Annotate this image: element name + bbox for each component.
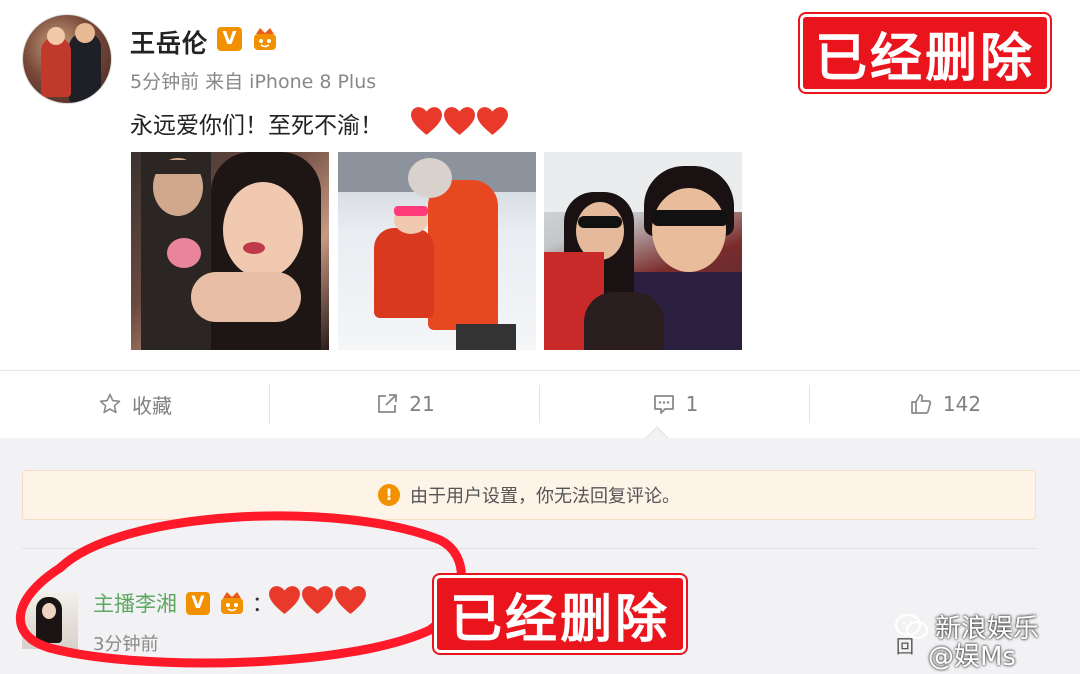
thumbs-up-icon xyxy=(911,394,932,414)
heart-icon xyxy=(444,107,475,135)
vip-crown-icon xyxy=(221,592,243,614)
commenter-avatar[interactable] xyxy=(22,593,78,649)
user-avatar[interactable] xyxy=(22,14,112,104)
comment-button[interactable]: 1 xyxy=(540,371,810,437)
warning-icon: ! xyxy=(378,484,400,506)
deleted-label: 已经删除 xyxy=(800,14,1050,92)
post-photo-3[interactable] xyxy=(544,152,742,350)
notice-text: 由于用户设置，你无法回复评论。 xyxy=(410,486,680,507)
deleted-label: 已经删除 xyxy=(434,575,686,653)
divider xyxy=(22,548,1036,549)
post-text: 永远爱你们！至死不渝！ xyxy=(130,113,383,139)
like-count: 142 xyxy=(942,392,982,416)
favorite-button[interactable]: 收藏 xyxy=(0,371,270,437)
post-meta: 5分钟前 来自 iPhone 8 Plus xyxy=(130,71,377,93)
favorite-label: 收藏 xyxy=(132,393,172,418)
wechat-icon xyxy=(895,613,929,639)
weibo-watermark: @娱Ms xyxy=(928,642,1016,672)
reply-restriction-notice: ! 由于用户设置，你无法回复评论。 xyxy=(22,470,1036,520)
heart-icon xyxy=(411,107,442,135)
repost-button[interactable]: 21 xyxy=(270,371,540,437)
heart-icon xyxy=(269,586,300,614)
comment-time: 3分钟前 xyxy=(93,634,159,655)
post-hearts xyxy=(410,106,509,136)
vip-crown-icon xyxy=(254,28,276,50)
heart-icon xyxy=(477,107,508,135)
like-button[interactable]: 142 xyxy=(810,371,1080,437)
comment-hearts xyxy=(268,585,367,615)
comment-pointer xyxy=(645,426,669,439)
comment-count: 1 xyxy=(685,392,699,416)
share-icon xyxy=(378,394,398,413)
repost-count: 21 xyxy=(409,392,435,416)
post-photo-2[interactable] xyxy=(338,152,536,350)
star-icon xyxy=(99,393,121,414)
commenter-name[interactable]: 主播李湘 xyxy=(93,588,177,618)
verified-badge: V xyxy=(186,592,210,615)
heart-icon xyxy=(335,586,366,614)
comment-icon xyxy=(653,395,674,414)
heart-icon xyxy=(302,586,333,614)
post-action-bar: 收藏 21 1 142 xyxy=(0,371,1080,437)
post-username[interactable]: 王岳伦 xyxy=(130,24,208,60)
post-photo-1[interactable] xyxy=(131,152,329,350)
verified-badge: V xyxy=(217,27,242,51)
